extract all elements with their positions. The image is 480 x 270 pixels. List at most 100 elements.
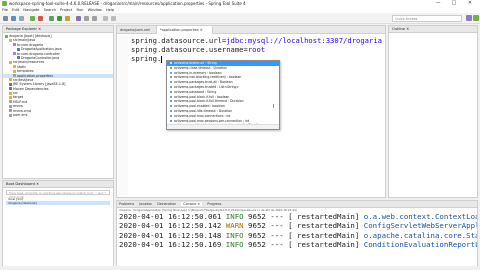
log-line: 2020-04-01 16:12:50.142 WARN 9652 --- [ …: [119, 221, 477, 230]
menu-project[interactable]: Project: [60, 8, 72, 12]
quick-access-field[interactable]: Quick Access: [392, 15, 462, 22]
property-icon: [170, 119, 172, 122]
boot-dashboard-title: Boot Dashboard ✕: [6, 182, 40, 186]
file-icon: [9, 109, 12, 113]
tab-application-properties[interactable]: *application.properties ✕: [157, 26, 213, 34]
package-explorer-tab[interactable]: Package Explorer ✕: [3, 26, 113, 33]
app-row-drogaria[interactable]: drogaria [devtools]: [6, 201, 110, 205]
menu-navigate[interactable]: Navigate: [23, 8, 39, 12]
log-timestamp: 2020-04-01 16:12:50.169: [119, 239, 226, 249]
tree-item-label: src/main/java: [13, 38, 36, 43]
content-assist-label: activemq.packages.trusted : List<String>: [174, 84, 239, 89]
lib-icon: [9, 82, 12, 86]
menu-search[interactable]: Search: [44, 8, 56, 12]
minimize-button[interactable]: —: [432, 0, 444, 7]
boot-dashboard: Boot Dashboard ✕ Type tags, projects, or…: [2, 180, 114, 268]
file-icon: [9, 104, 12, 108]
save-all-icon[interactable]: [19, 16, 24, 21]
file-icon: [13, 74, 16, 78]
log-line: 2020-04-01 16:12:50.061 INFO 9652 --- [ …: [119, 212, 477, 221]
console-tabs: Problems Javadoc Declaration Console ✕ P…: [117, 201, 477, 208]
tab-declaration[interactable]: Declaration: [157, 202, 176, 206]
log-thread: restartedMain: [297, 221, 355, 231]
debug-icon[interactable]: [49, 16, 54, 21]
outline-tab[interactable]: Outline ✕: [389, 26, 477, 33]
save-icon[interactable]: [11, 16, 16, 21]
run-icon[interactable]: [57, 16, 62, 21]
ide-window: workspace-spring-tool-suite-4-4.6.0.RELE…: [0, 0, 480, 270]
folder-icon: [13, 69, 16, 73]
tree-item-label: src/test/java: [13, 77, 34, 82]
folder-icon: [9, 95, 12, 99]
java-perspective-icon[interactable]: [466, 15, 472, 21]
tab-progress[interactable]: Progress: [207, 202, 221, 206]
property-icon: [170, 100, 172, 103]
property-value: root: [247, 45, 266, 55]
file-icon: [9, 113, 12, 117]
tab-problems[interactable]: Problems: [119, 202, 134, 206]
menu-file[interactable]: File: [2, 8, 8, 12]
folder-icon: [9, 60, 12, 64]
text-cursor: [161, 55, 163, 63]
search-icon[interactable]: [92, 16, 97, 21]
stop-icon[interactable]: [38, 16, 43, 21]
log-line: 2020-04-01 16:12:50.169 INFO 9652 --- [ …: [119, 240, 477, 249]
close-button[interactable]: ✕: [464, 0, 476, 7]
log-timestamp: 2020-04-01 16:12:50.148: [119, 230, 226, 240]
menu-run[interactable]: Run: [77, 8, 84, 12]
package-icon: [13, 52, 16, 56]
tree-item-label: DrogariaApplication.java: [21, 47, 62, 52]
code-line-1: spring.datasource.url=jdbc:mysql://local…: [131, 36, 382, 45]
menu-window[interactable]: Window: [88, 8, 102, 12]
property-key: spring.datasource.url=: [131, 36, 227, 45]
tab-console[interactable]: Console ✕: [181, 202, 203, 206]
content-assist-footer: [167, 124, 279, 129]
content-assist-label: activemq.packages.trust-all : Boolean: [174, 80, 233, 85]
back-icon[interactable]: [103, 16, 108, 21]
console-view: Problems Javadoc Declaration Console ✕ P…: [116, 200, 478, 268]
log-logger: ConfigServletWebServerApplicationContext: [363, 221, 477, 231]
property-icon: [170, 66, 172, 69]
content-assist-label: activemq.close-timeout : Duration: [174, 65, 227, 70]
log-pid: 9652 --- [: [243, 212, 298, 221]
spring-perspective-icon[interactable]: [473, 15, 479, 21]
package-explorer-title: Package Explorer ✕: [6, 27, 42, 31]
boot-dashboard-tab[interactable]: Boot Dashboard ✕: [3, 181, 113, 188]
boot-dashboard-filter[interactable]: Type tags, projects, or working set name…: [6, 190, 110, 199]
maximize-button[interactable]: □: [448, 0, 460, 7]
new-icon[interactable]: [3, 16, 8, 21]
status-bar: [0, 266, 480, 270]
tree-item-label: br.com.drogaria.controller: [17, 51, 60, 56]
project-tree: drogaria [boot] [devtools] src/main/java b…: [3, 33, 113, 117]
java-icon: [17, 47, 20, 51]
menu-help[interactable]: Help: [106, 8, 114, 12]
spring-boot-icon[interactable]: [30, 16, 35, 21]
external-tools-icon[interactable]: [65, 16, 70, 21]
tab-javadoc[interactable]: Javadoc: [139, 202, 152, 206]
property-icon: [170, 62, 172, 64]
content-assist-label: activemq.non-blocking-redelivery : boole…: [174, 75, 242, 80]
editor-ruler: [118, 35, 128, 195]
tree-item-label: mvnw: [13, 104, 23, 109]
forward-icon[interactable]: [111, 16, 116, 21]
content-assist-label: activemq.pool.idle-timeout : Duration: [174, 108, 233, 113]
content-assist-label: activemq.in-memory : boolean: [174, 70, 222, 75]
property-icon: [170, 105, 172, 108]
tree-item-label: src: [13, 91, 18, 96]
tree-item-label: pom.xml: [13, 113, 28, 118]
tab-pom-xml[interactable]: drogaria/pom.xml: [117, 26, 157, 34]
content-assist-popup[interactable]: activemq.broker-url : String activemq.clo…: [166, 60, 280, 130]
title-bar: workspace-spring-tool-suite-4-4.6.0.RELE…: [0, 0, 480, 7]
menu-edit[interactable]: Edit: [12, 8, 19, 12]
file-icon: [9, 100, 12, 104]
folder-icon: [13, 65, 16, 69]
tree-item[interactable]: pom.xml: [3, 113, 113, 117]
property-icon: [170, 109, 172, 112]
folder-icon: [9, 91, 12, 95]
new-class-icon[interactable]: [76, 16, 81, 21]
tree-item-label: src/main/resources: [13, 60, 45, 65]
log-pid: 9652 --- [: [243, 230, 298, 240]
window-title: workspace-spring-tool-suite-4-4.6.0.RELE…: [9, 1, 246, 6]
open-type-icon[interactable]: [84, 16, 89, 21]
console-output[interactable]: 2020-04-01 16:12:50.061 INFO 9652 --- [ …: [117, 212, 477, 249]
